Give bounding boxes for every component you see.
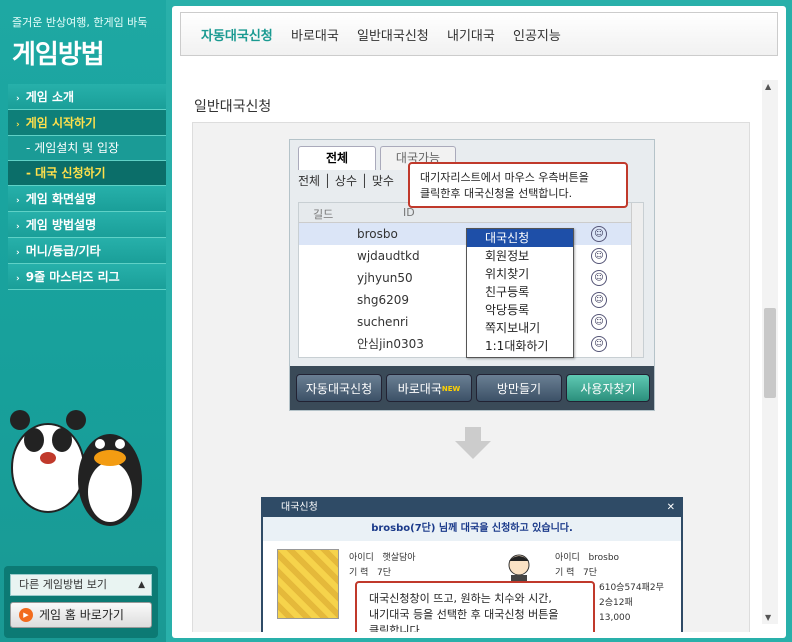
dialog-message: brosbo(7단) 님께 대국을 신청하고 있습니다. — [263, 517, 681, 541]
sidebar-bottom-box: 다른 게임방법 보기 ▲ ▶ 게임 홈 바로가기 — [4, 566, 158, 638]
context-menu: 대국신청 회원정보 위치찾기 친구등록 악당등록 쪽지보내기 1:1대화하기 — [466, 228, 574, 358]
context-item-chat: 1:1대화하기 — [485, 339, 549, 353]
user-face-icon: ☺ — [591, 336, 607, 352]
filter-bar: 전체 │ 상수 │ 맞수 — [298, 174, 394, 188]
content-panel: 자동대국신청 바로대국 일반대국신청 내기대국 인공지능 일반대국신청 전체 대… — [172, 6, 786, 638]
game-home-button[interactable]: ▶ 게임 홈 바로가기 — [10, 602, 152, 628]
scroll-down-icon[interactable]: ▼ — [765, 613, 771, 622]
tab-auto-match[interactable]: 자동대국신청 — [201, 25, 273, 44]
callout-tip-2: 대국신청창이 뜨고, 원하는 치수와 시간, 내기대국 등을 선택한 후 대국신… — [355, 581, 595, 632]
user-face-icon: ☺ — [591, 292, 607, 308]
content-area: 자동대국신청 바로대국 일반대국신청 내기대국 인공지능 일반대국신청 전체 대… — [166, 0, 792, 642]
sidebar-subitem-apply[interactable]: - 대국 신청하기 — [8, 161, 166, 186]
quick-match-button: 바로대국NEW — [386, 374, 472, 402]
sidebar-item-screen[interactable]: › 게임 화면설명 — [8, 186, 166, 212]
tab-normal-match[interactable]: 일반대국신청 — [357, 25, 429, 44]
context-item-locate: 위치찾기 — [485, 267, 530, 281]
tab-bar: 자동대국신청 바로대국 일반대국신청 내기대국 인공지능 — [180, 12, 778, 56]
scroll-up-icon[interactable]: ▲ — [765, 82, 771, 91]
user-face-icon: ☺ — [591, 270, 607, 286]
screenshot-waiting-list: 전체 대국가능 전체 │ 상수 │ 맞수 길드 ID brosbo ☺ wjdau… — [289, 139, 655, 411]
scroll-thumb[interactable] — [764, 308, 776, 398]
illustration-frame: 전체 대국가능 전체 │ 상수 │ 맞수 길드 ID brosbo ☺ wjdau… — [192, 122, 750, 632]
caret-up-icon: ▲ — [138, 580, 145, 590]
context-item-friend: 친구등록 — [485, 285, 530, 299]
user-face-icon: ☺ — [591, 314, 607, 330]
callout-tip: 대기자리스트에서 마우스 우측버튼을 클릭한후 대국신청을 선택합니다. — [408, 162, 628, 208]
arrow-down-head-icon — [455, 441, 491, 459]
context-item-apply: 대국신청 — [467, 229, 573, 247]
find-user-button: 사용자찾기 — [566, 374, 650, 402]
context-item-message: 쪽지보내기 — [485, 321, 541, 335]
lobby-button-bar: 자동대국신청 바로대국NEW 방만들기 사용자찾기 — [290, 366, 654, 410]
create-room-button: 방만들기 — [476, 374, 562, 402]
close-icon: ✕ — [666, 502, 675, 513]
section-title: 일반대국신청 — [194, 99, 272, 115]
user-face-icon: ☺ — [591, 226, 607, 242]
sidebar-item-league[interactable]: › 9줄 마스터즈 리그 — [8, 264, 166, 290]
sidebar-item-start[interactable]: › 게임 시작하기 — [8, 110, 166, 136]
sidebar-subitem-install[interactable]: - 게임설치 및 입장 — [8, 136, 166, 161]
sidebar-item-money[interactable]: › 머니/등급/기타 — [8, 238, 166, 264]
tab-ai[interactable]: 인공지능 — [513, 25, 561, 44]
avatar — [277, 549, 339, 619]
context-item-info: 회원정보 — [485, 249, 530, 263]
sidebar-item-method[interactable]: › 게임 방법설명 — [8, 212, 166, 238]
mascot-illustration — [10, 410, 142, 526]
tab-bet-match[interactable]: 내기대국 — [447, 25, 495, 44]
sidebar: 즐거운 반상여행, 한게임 바둑 게임방법 › 게임 소개 › 게임 시작하기 - … — [0, 0, 166, 642]
dialog-titlebar: 대국신청 ✕ — [263, 499, 681, 517]
my-info: 아이디 햇살담아 기 력 7단 — [349, 553, 416, 578]
screenshot-apply-dialog: 대국신청 ✕ brosbo(7단) 님께 대국을 신청하고 있습니다. 아이디 햇… — [261, 497, 683, 632]
tagline: 즐거운 반상여행, 한게임 바둑 — [12, 16, 148, 29]
scroll-area[interactable]: 일반대국신청 전체 대국가능 전체 │ 상수 │ 맞수 길드 ID brosbo… — [180, 76, 778, 632]
play-icon: ▶ — [19, 608, 33, 622]
page-title: 게임방법 — [12, 40, 105, 70]
other-games-select[interactable]: 다른 게임방법 보기 ▲ — [10, 574, 152, 596]
page-scrollbar[interactable]: ▲ ▼ — [762, 80, 778, 624]
auto-match-button: 자동대국신청 — [296, 374, 382, 402]
context-item-block: 악당등록 — [485, 303, 530, 317]
tab-all: 전체 — [298, 146, 376, 170]
col-guild: 길드 — [313, 208, 334, 221]
user-face-icon: ☺ — [591, 248, 607, 264]
tab-quick-match[interactable]: 바로대국 — [291, 25, 339, 44]
sidebar-menu: › 게임 소개 › 게임 시작하기 - 게임설치 및 입장 - 대국 신청하기 › 게… — [8, 84, 166, 290]
arrow-down-icon — [465, 427, 481, 441]
grid-scrollbar — [631, 203, 643, 357]
sidebar-item-intro[interactable]: › 게임 소개 — [8, 84, 166, 110]
